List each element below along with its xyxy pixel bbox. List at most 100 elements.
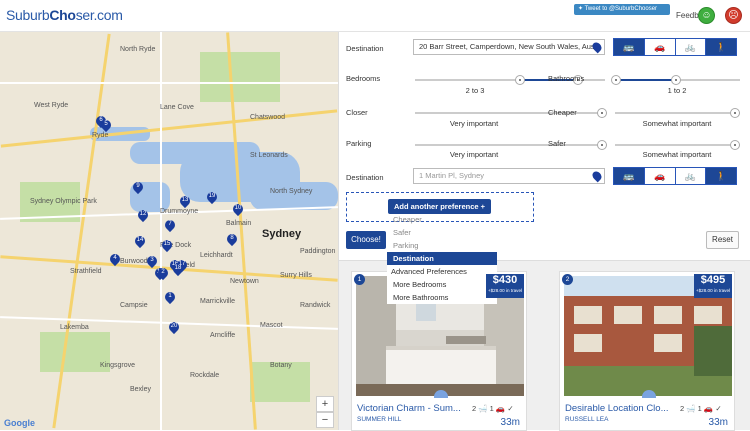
map-label: North Ryde bbox=[120, 46, 156, 53]
destination-value: 20 Barr Street, Camperdown, New South Wa… bbox=[419, 42, 597, 51]
logo-text-1: Suburb bbox=[6, 7, 50, 23]
listing-title[interactable]: Victorian Charm - Sum... bbox=[357, 403, 469, 414]
bathrooms-fill bbox=[615, 79, 675, 81]
map-pin[interactable]: 5 bbox=[98, 117, 114, 133]
dropdown-item-destination[interactable]: Destination bbox=[387, 252, 497, 265]
bike-mode[interactable]: 🚲 bbox=[675, 39, 707, 55]
dropdown-item-cheaper[interactable]: Cheaper bbox=[387, 213, 497, 226]
parking-slider[interactable] bbox=[415, 140, 607, 150]
car-icon: 🚗 bbox=[654, 42, 666, 52]
bathrooms-max-handle[interactable] bbox=[671, 75, 681, 85]
map-pin[interactable]: 10 bbox=[230, 201, 246, 217]
bedrooms-value: 2 to 3 bbox=[465, 86, 485, 95]
park-area bbox=[200, 52, 280, 102]
safer-handle[interactable] bbox=[730, 140, 740, 150]
bathrooms-min-handle[interactable] bbox=[611, 75, 621, 85]
bedrooms-label: Bedrooms bbox=[346, 74, 381, 83]
public-transport-mode[interactable]: 🚌 bbox=[614, 168, 645, 184]
walk-mode[interactable]: 🚶 bbox=[706, 168, 736, 184]
cheaper-handle[interactable] bbox=[730, 108, 740, 118]
logo[interactable]: SuburbChoser.com bbox=[6, 7, 123, 23]
map-pin[interactable]: 12 bbox=[135, 207, 151, 223]
destination-2-label: Destination bbox=[346, 173, 384, 182]
map-label: St Leonards bbox=[250, 152, 288, 159]
zoom-in-button[interactable]: + bbox=[316, 396, 334, 412]
map-pin[interactable]: 18 bbox=[170, 261, 186, 277]
bathrooms-label: Bathrooms bbox=[548, 74, 585, 83]
sad-feedback-icon[interactable]: ☹ bbox=[725, 7, 742, 24]
choose-button[interactable]: Choose! bbox=[346, 231, 386, 249]
add-preference-button[interactable]: Add another preference + bbox=[388, 199, 491, 214]
car-mode[interactable]: 🚗 bbox=[644, 39, 676, 55]
road bbox=[0, 82, 338, 84]
listing-suburb: RUSSELL LEA bbox=[565, 416, 609, 423]
map-pin[interactable]: 15 bbox=[159, 237, 175, 253]
map-label: West Ryde bbox=[34, 102, 69, 109]
transport-mode-toggle-2: 🚌 🚗 🚲 🚶 bbox=[613, 167, 737, 185]
map-pin[interactable]: 20 bbox=[166, 319, 182, 335]
destination-input[interactable]: 20 Barr Street, Camperdown, New South Wa… bbox=[413, 39, 605, 55]
destination-2-input[interactable]: 1 Martin Pl, Sydney bbox=[413, 168, 605, 184]
bathrooms-slider[interactable] bbox=[611, 75, 740, 85]
tweet-button[interactable]: ✦ Tweet to @SuburbChooser bbox=[574, 4, 670, 15]
map-label: Leichhardt bbox=[200, 252, 233, 259]
walk-icon: 🚶 bbox=[715, 42, 727, 52]
map-label: Ryde bbox=[92, 132, 109, 139]
map-pin[interactable]: 3 bbox=[144, 253, 160, 269]
dropdown-item-more-bedrooms[interactable]: More Bedrooms bbox=[387, 278, 497, 291]
map-pin[interactable]: 1 bbox=[162, 289, 178, 305]
map-label: Balmain bbox=[226, 220, 252, 227]
dropdown-item-parking[interactable]: Parking bbox=[387, 239, 497, 252]
map[interactable]: North Ryde West Ryde Ryde Lane Cove Sydn… bbox=[0, 32, 338, 430]
city-label: Sydney bbox=[262, 228, 302, 240]
parking-value: Very important bbox=[449, 150, 499, 159]
travel-time: 33m bbox=[708, 417, 728, 428]
bike-icon: 🚲 bbox=[684, 171, 696, 181]
closer-label: Closer bbox=[346, 108, 368, 117]
location-pin-icon[interactable] bbox=[590, 169, 604, 183]
map-pin[interactable]: 2 bbox=[155, 265, 171, 281]
result-card[interactable]: 2 $495 +$28.00 in travel Desirable Locat… bbox=[559, 271, 735, 431]
map-label: Randwick bbox=[300, 302, 331, 309]
location-pin-icon[interactable] bbox=[590, 40, 604, 54]
safer-slider[interactable] bbox=[615, 140, 740, 150]
public-transport-mode[interactable]: 🚌 bbox=[614, 39, 645, 55]
map-pin[interactable]: 8 bbox=[224, 231, 240, 247]
map-pin[interactable]: 4 bbox=[107, 251, 123, 267]
closer-handle[interactable] bbox=[597, 108, 607, 118]
bike-mode[interactable]: 🚲 bbox=[675, 168, 707, 184]
map-label: Marrickville bbox=[200, 298, 235, 305]
car-mode[interactable]: 🚗 bbox=[644, 168, 676, 184]
scroll-handle[interactable] bbox=[434, 390, 448, 398]
safer-label: Safer bbox=[548, 139, 566, 148]
map-pin[interactable]: 14 bbox=[132, 233, 148, 249]
zoom-out-button[interactable]: − bbox=[316, 412, 334, 428]
map-label: Bexley bbox=[130, 386, 152, 393]
dropdown-item-more-bathrooms[interactable]: More Bathrooms bbox=[387, 291, 497, 304]
parking-handle[interactable] bbox=[597, 140, 607, 150]
sad-glyph: ☹ bbox=[728, 10, 739, 21]
scroll-handle[interactable] bbox=[642, 390, 656, 398]
map-pin[interactable]: 13 bbox=[177, 193, 193, 209]
listing-title[interactable]: Desirable Location Clo... bbox=[565, 403, 677, 414]
cheaper-label: Cheaper bbox=[548, 108, 577, 117]
closer-slider[interactable] bbox=[415, 108, 607, 118]
reset-button[interactable]: Reset bbox=[706, 231, 739, 249]
happy-feedback-icon[interactable]: ☺ bbox=[698, 7, 715, 24]
advanced-preferences-header: Advanced Preferences bbox=[387, 265, 497, 278]
price-badge: $430 +$28.00 in travel bbox=[486, 274, 524, 298]
map-pin[interactable]: 7 bbox=[162, 217, 178, 233]
destination-2-placeholder: 1 Martin Pl, Sydney bbox=[419, 171, 485, 180]
bedrooms-min-handle[interactable] bbox=[515, 75, 525, 85]
bus-icon: 🚌 bbox=[623, 171, 635, 181]
map-label: Burwood bbox=[120, 258, 148, 265]
cheaper-slider[interactable] bbox=[615, 108, 740, 118]
cheaper-value: Somewhat important bbox=[642, 119, 712, 128]
map-label: Rockdale bbox=[190, 372, 220, 379]
walk-mode[interactable]: 🚶 bbox=[706, 39, 736, 55]
map-pin[interactable]: 19 bbox=[204, 189, 220, 205]
price-value: $430 bbox=[492, 274, 518, 286]
map-pin[interactable]: 9 bbox=[130, 179, 146, 195]
logo-text-2: Cho bbox=[49, 7, 76, 23]
dropdown-item-safer[interactable]: Safer bbox=[387, 226, 497, 239]
